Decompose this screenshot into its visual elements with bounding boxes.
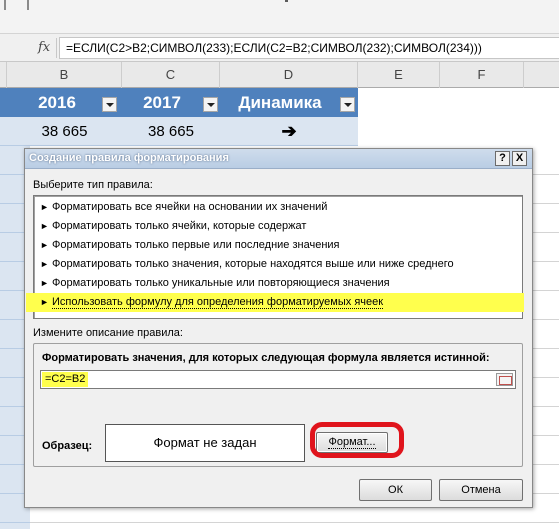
fx-icon[interactable]: fx: [38, 40, 50, 55]
bullet-icon: ►: [40, 297, 49, 307]
column-header-f[interactable]: F: [440, 62, 524, 88]
bullet-icon: ►: [40, 278, 49, 288]
table-row: 38 665 38 665 ➔: [0, 117, 358, 146]
format-button[interactable]: Формат...: [316, 432, 388, 453]
header-cell-2017[interactable]: 2017: [122, 88, 202, 117]
ribbon-dot: [285, 0, 288, 2]
select-rule-type-label: Выберите тип правила:: [33, 179, 153, 191]
rule-type-label: Форматировать только уникальные или повт…: [52, 277, 390, 289]
bullet-icon: ►: [40, 240, 49, 250]
ribbon-fragment: [0, 0, 559, 34]
list-item-selected[interactable]: ► Использовать формулу для определения фо…: [26, 293, 524, 312]
ribbon-edge-mark: [4, 0, 6, 10]
column-header-c[interactable]: C: [122, 62, 220, 88]
header-cell-dynamics[interactable]: Динамика: [220, 88, 340, 117]
rule-description-group: Форматировать значения, для которых след…: [33, 343, 523, 467]
column-header-d[interactable]: D: [220, 62, 358, 88]
formula-bar-divider: [56, 38, 57, 58]
dialog-titlebar[interactable]: Создание правила форматирования ? X: [25, 149, 532, 169]
filter-dropdown-icon[interactable]: [102, 97, 117, 112]
rule-type-label: Использовать формулу для определения фор…: [52, 296, 384, 309]
cell-b2[interactable]: 38 665: [7, 117, 122, 146]
rule-formula-value: =C2=B2: [42, 372, 89, 387]
rule-type-list[interactable]: ► Форматировать все ячейки на основании и…: [26, 195, 524, 319]
filter-dropdown-icon[interactable]: [203, 97, 218, 112]
list-item[interactable]: ► Форматировать все ячейки на основании и…: [40, 198, 327, 217]
bullet-icon: ►: [40, 259, 49, 269]
cancel-button[interactable]: Отмена: [439, 479, 523, 501]
collapse-dialog-icon[interactable]: [496, 373, 513, 386]
ok-button[interactable]: ОК: [359, 479, 432, 501]
header-cell-2016[interactable]: 2016: [7, 88, 107, 117]
list-item[interactable]: ► Форматировать только первые или последн…: [40, 236, 340, 255]
close-button[interactable]: X: [512, 151, 527, 166]
dialog-title: Создание правила форматирования: [29, 152, 229, 164]
table-header-row: 2016 2017 Динамика: [0, 88, 358, 117]
rule-formula-input[interactable]: =C2=B2: [40, 370, 516, 389]
new-formatting-rule-dialog: Создание правила форматирования ? X Выбе…: [24, 148, 533, 508]
format-button-label: Формат...: [328, 436, 376, 449]
help-button[interactable]: ?: [495, 151, 510, 166]
sample-label: Образец:: [42, 440, 93, 452]
column-header-e[interactable]: E: [358, 62, 440, 88]
bullet-icon: ►: [40, 202, 49, 212]
column-header-a[interactable]: [0, 62, 7, 88]
formula-label: Форматировать значения, для которых след…: [42, 352, 490, 364]
rule-type-label: Форматировать только первые или последни…: [52, 239, 340, 251]
ribbon-edge-mark: [27, 0, 29, 10]
cell-c2[interactable]: 38 665: [122, 117, 220, 146]
list-item[interactable]: ► Форматировать только значения, которые …: [40, 255, 454, 274]
format-preview: Формат не задан: [105, 424, 305, 462]
formula-input[interactable]: =ЕСЛИ(C2>B2;СИМВОЛ(233);ЕСЛИ(C2=B2;СИМВО…: [59, 37, 559, 59]
rule-type-label: Форматировать только ячейки, которые сод…: [52, 220, 307, 232]
rule-type-label: Форматировать только значения, которые н…: [52, 258, 454, 270]
formula-bar: fx =ЕСЛИ(C2>B2;СИМВОЛ(233);ЕСЛИ(C2=B2;СИ…: [0, 34, 559, 62]
edit-description-label: Измените описание правила:: [33, 327, 183, 339]
rule-type-label: Форматировать все ячейки на основании их…: [52, 201, 328, 213]
column-header-b[interactable]: B: [7, 62, 122, 88]
arrow-right-icon[interactable]: ➔: [220, 117, 358, 146]
list-item[interactable]: ► Форматировать только уникальные или пов…: [40, 274, 390, 293]
list-item[interactable]: ► Форматировать только ячейки, которые со…: [40, 217, 306, 236]
column-headers: B C D E F: [0, 62, 559, 88]
filter-dropdown-icon[interactable]: [340, 97, 355, 112]
bullet-icon: ►: [40, 221, 49, 231]
